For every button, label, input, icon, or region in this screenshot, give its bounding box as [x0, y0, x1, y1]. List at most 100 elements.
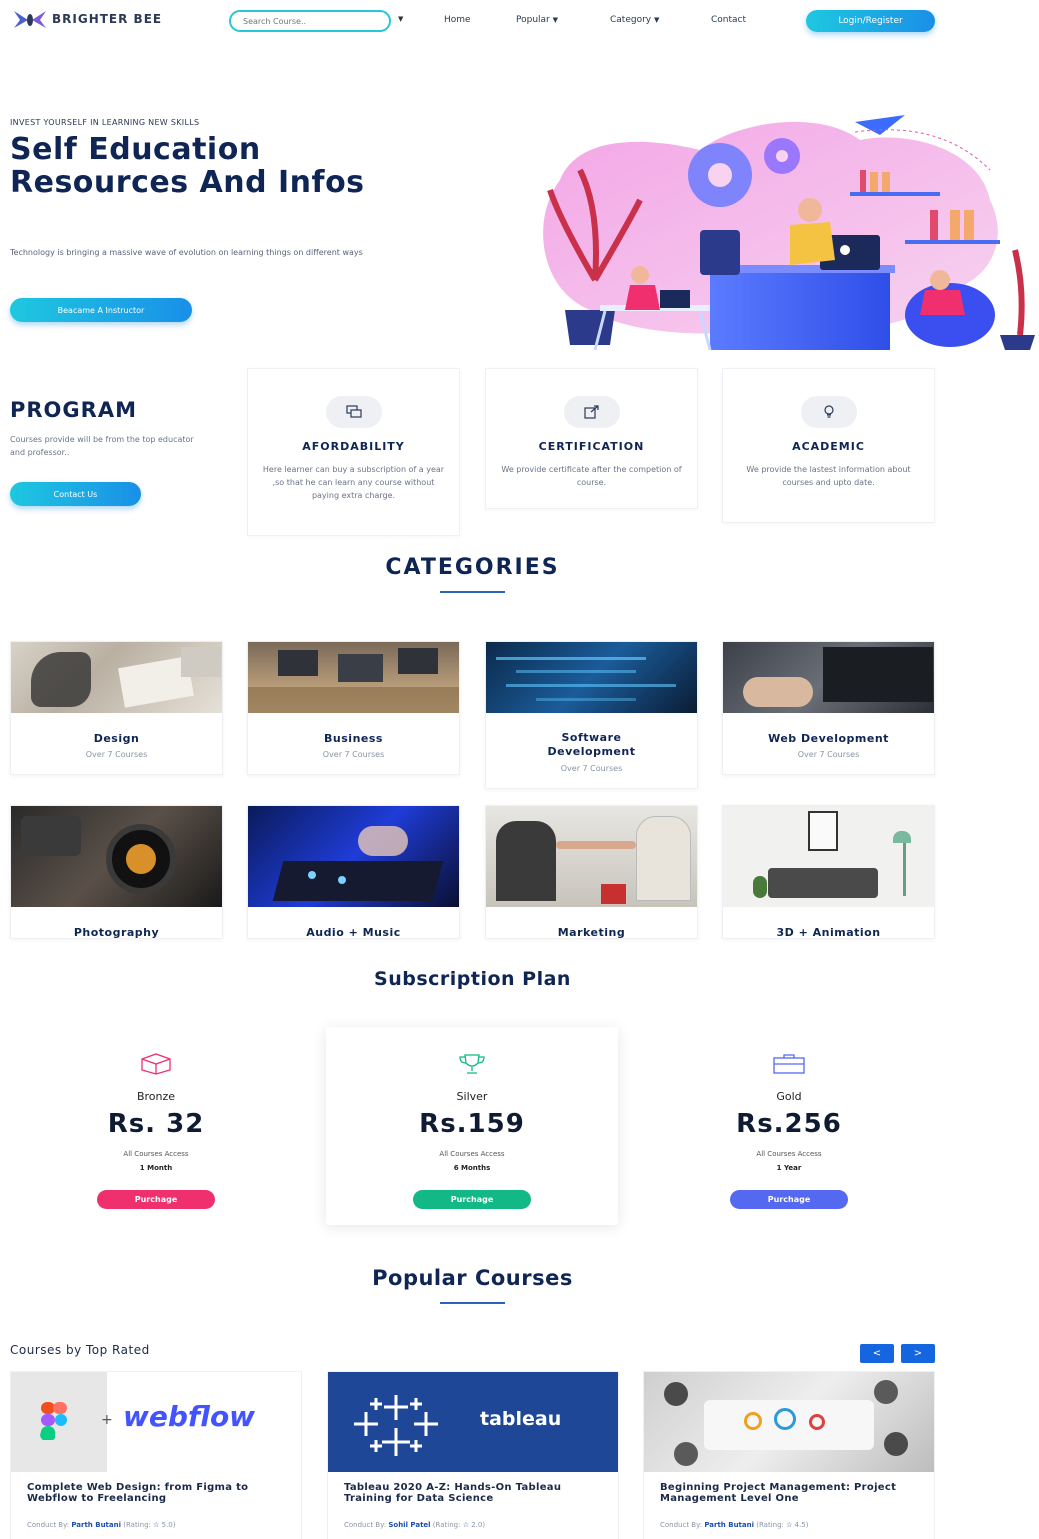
- plan-duration: 1 Year: [776, 1164, 802, 1172]
- popular-courses-underline: [440, 1302, 505, 1304]
- category-card-marketing[interactable]: Marketing: [485, 805, 698, 939]
- lightbulb-icon: [823, 405, 834, 418]
- feature-card-certification: CERTIFICATION We provide certificate aft…: [485, 368, 698, 509]
- feature-text: We provide certificate after the competi…: [501, 465, 682, 487]
- plan-price: Rs.256: [736, 1109, 842, 1139]
- carousel-next-button[interactable]: >: [901, 1344, 935, 1363]
- briefcase-icon: [773, 1054, 805, 1074]
- popular-courses-title: Popular Courses: [372, 1266, 573, 1290]
- category-card-audio-music[interactable]: Audio + Music: [247, 805, 460, 939]
- category-card-3d-animation[interactable]: 3D + Animation: [722, 805, 935, 939]
- courses-subtitle: Courses by Top Rated: [10, 1343, 150, 1357]
- feature-card-academic: ACADEMIC We provide the lastest informat…: [722, 368, 935, 523]
- plan-duration: 1 Month: [139, 1164, 173, 1172]
- program-description: Courses provide will be from the top edu…: [10, 435, 194, 457]
- message-icon: [345, 405, 362, 418]
- category-card-web-development[interactable]: Web Development Over 7 Courses: [722, 641, 935, 775]
- category-image: [486, 642, 697, 713]
- purchase-silver-button[interactable]: Purchage: [413, 1190, 531, 1209]
- course-meta: Conduct By: Sohil Patel (Rating: ☆ 2.0): [344, 1521, 486, 1529]
- course-card[interactable]: tableau Tableau 2020 A-Z: Hands-On Table…: [327, 1371, 619, 1539]
- category-image: [723, 642, 934, 713]
- tableau-wordmark: tableau: [480, 1408, 562, 1430]
- nav-category-link[interactable]: Category ▼: [610, 15, 659, 25]
- tableau-logo-icon: [354, 1395, 438, 1456]
- category-card-software-development[interactable]: Software Development Over 7 Courses: [485, 641, 698, 789]
- feature-title: ACADEMIC: [792, 440, 865, 453]
- category-name: Business: [324, 732, 383, 745]
- category-course-count: Over 7 Courses: [797, 750, 860, 759]
- course-author[interactable]: Parth Butani: [704, 1521, 754, 1529]
- category-card-business[interactable]: Business Over 7 Courses: [247, 641, 460, 775]
- plan-name: Bronze: [136, 1090, 176, 1103]
- nav-home-link[interactable]: Home: [444, 15, 471, 25]
- course-thumbnail: tableau: [328, 1372, 618, 1472]
- become-instructor-button[interactable]: Beacame A Instructor: [10, 298, 192, 322]
- carousel-prev-button[interactable]: <: [860, 1344, 894, 1363]
- bee-logo-icon: [14, 11, 46, 28]
- categories-underline: [440, 591, 505, 593]
- feature-title: AFORDABILITY: [302, 440, 405, 453]
- hero-eyebrow: INVEST YOURSELF IN LEARNING NEW SKILLS: [10, 118, 200, 127]
- hero-illustration: [543, 115, 1035, 351]
- category-course-count: Over 7 Courses: [560, 764, 623, 773]
- category-image: [11, 806, 222, 907]
- contact-us-button[interactable]: Contact Us: [10, 482, 141, 506]
- category-image: [11, 642, 222, 713]
- star-icon: ☆: [153, 1521, 160, 1529]
- category-name: Photography: [73, 926, 160, 939]
- course-thumbnail: + webflow: [11, 1372, 301, 1472]
- plus-sign: +: [101, 1412, 113, 1428]
- course-author[interactable]: Parth Butani: [71, 1521, 121, 1529]
- plan-access: All Courses Access: [756, 1150, 822, 1158]
- nav-contact-link[interactable]: Contact: [711, 15, 746, 25]
- webflow-wordmark: webflow: [123, 1400, 256, 1433]
- plan-card-bronze: Bronze Rs. 32 All Courses Access 1 Month…: [10, 1027, 302, 1225]
- category-card-photography[interactable]: Photography: [10, 805, 223, 939]
- brand-logo[interactable]: BRIGHTER BEE: [12, 8, 162, 30]
- box-icon: [141, 1053, 171, 1075]
- category-card-design[interactable]: Design Over 7 Courses: [10, 641, 223, 775]
- login-register-button[interactable]: Login/Register: [806, 10, 935, 32]
- category-name: Audio + Music: [306, 926, 401, 939]
- course-meta: Conduct By: Parth Butani (Rating: ☆ 4.5): [660, 1521, 809, 1529]
- plan-duration: 6 Months: [453, 1164, 491, 1172]
- course-author[interactable]: Sohil Patel: [388, 1521, 430, 1529]
- chevron-down-icon: ▼: [552, 16, 559, 24]
- purchase-bronze-button[interactable]: Purchage: [97, 1190, 215, 1209]
- category-image: [486, 806, 697, 907]
- course-rating: 4.5: [794, 1521, 806, 1529]
- hero-description: Technology is bringing a massive wave of…: [10, 248, 363, 257]
- nav-popular-link[interactable]: Popular ▼: [516, 15, 558, 25]
- plan-icon-wrap: [771, 1052, 807, 1076]
- category-course-count: Over 7 Courses: [322, 750, 385, 759]
- category-name: Web Development: [768, 732, 889, 745]
- course-card[interactable]: Beginning Project Management: Project Ma…: [643, 1371, 935, 1539]
- categories-title: CATEGORIES: [385, 555, 560, 580]
- plan-price: Rs.159: [419, 1109, 525, 1139]
- search-dropdown-caret-icon[interactable]: ▼: [398, 15, 403, 23]
- feature-card-affordability: AFORDABILITY Here learner can buy a subs…: [247, 368, 460, 536]
- star-icon: ☆: [786, 1521, 793, 1529]
- hero-title: Self Education Resources And Infos: [10, 132, 365, 200]
- category-name: Design: [93, 732, 140, 745]
- nav-category-label: Category: [610, 15, 652, 25]
- program-title: PROGRAM: [10, 398, 137, 422]
- feature-text: We provide the lastest information about…: [746, 465, 911, 487]
- category-name: Software Development: [547, 731, 636, 758]
- category-image: [248, 642, 459, 713]
- course-meta: Conduct By: Parth Butani (Rating: ☆ 5.0): [27, 1521, 176, 1529]
- top-nav: BRIGHTER BEE ▼ Home Popular ▼ Category ▼…: [0, 0, 1039, 44]
- plan-access: All Courses Access: [123, 1150, 189, 1158]
- search-input[interactable]: [229, 10, 391, 32]
- category-course-count: Over 7 Courses: [85, 750, 148, 759]
- course-card[interactable]: + webflow Complete Web Design: from Figm…: [10, 1371, 302, 1539]
- plan-card-silver: Silver Rs.159 All Courses Access 6 Month…: [326, 1027, 618, 1225]
- figma-logo-icon: [40, 1402, 67, 1440]
- category-name: Marketing: [557, 926, 626, 939]
- feature-title: CERTIFICATION: [538, 440, 645, 453]
- feature-icon-badge: [325, 396, 382, 428]
- external-link-icon: [583, 405, 599, 419]
- purchase-gold-button[interactable]: Purchage: [730, 1190, 848, 1209]
- brand-name: BRIGHTER BEE: [52, 12, 163, 26]
